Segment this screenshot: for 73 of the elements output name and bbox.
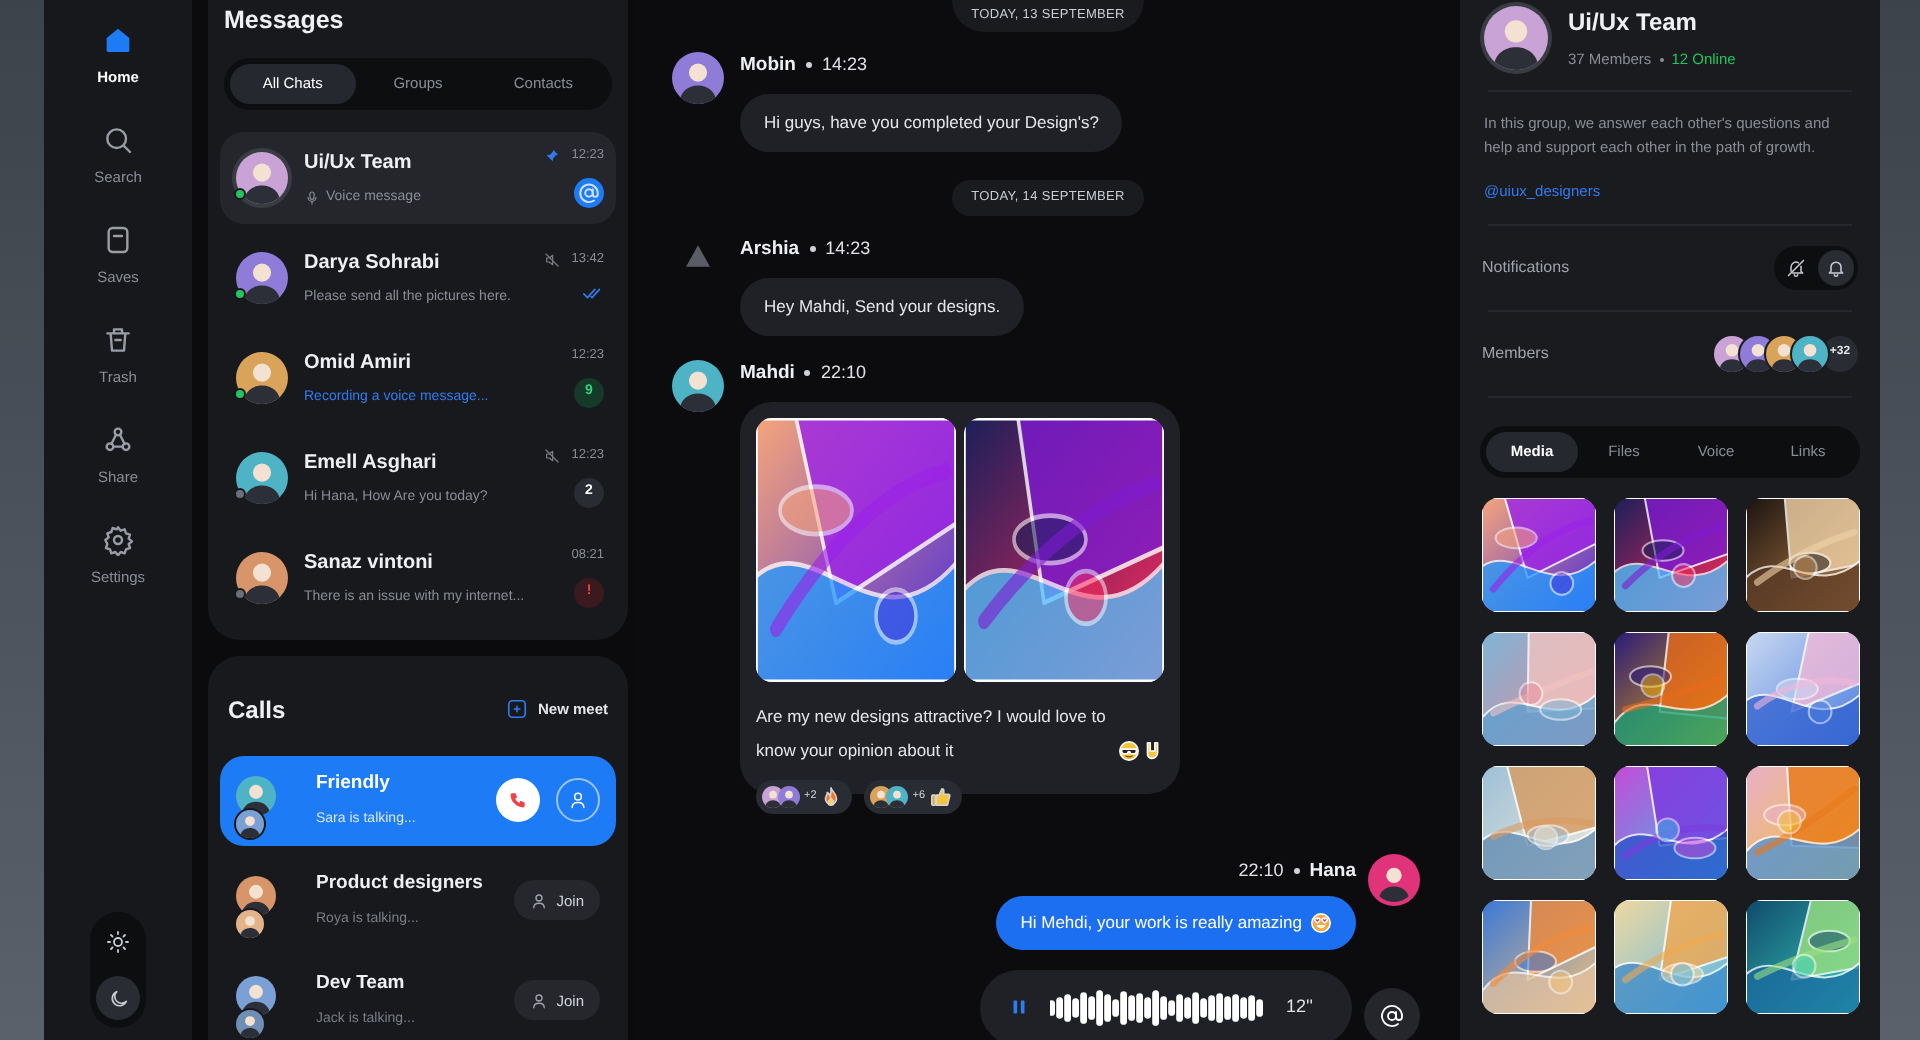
person-icon xyxy=(568,790,588,811)
avatar xyxy=(236,910,264,939)
person-icon xyxy=(530,891,549,910)
microphone-icon xyxy=(304,189,320,206)
contact-name: Darya Sohrabi xyxy=(304,249,442,277)
avatar xyxy=(1484,5,1548,70)
message-time: 14:23 xyxy=(825,235,871,262)
message-time: 22:10 xyxy=(820,359,866,386)
contact-name: Ui/Ux Team xyxy=(304,149,414,177)
avatar xyxy=(1792,335,1828,371)
group-name: Ui/Ux Team xyxy=(1568,6,1699,40)
sunglasses-face-icon xyxy=(1118,739,1140,762)
mention-button[interactable] xyxy=(1364,987,1420,1040)
avatar xyxy=(1368,853,1420,906)
avatar xyxy=(236,551,288,604)
panel-title: Messages xyxy=(222,4,346,38)
author-name: Mahdi xyxy=(740,359,795,387)
author-name: Arshia xyxy=(740,235,800,263)
contact-name: Omid Amiri xyxy=(304,349,414,377)
home-icon xyxy=(102,24,134,56)
settings-icon xyxy=(102,524,134,556)
rock-hand-icon xyxy=(1142,739,1164,762)
avatar xyxy=(236,151,288,204)
message-bubble: Hi Mehdi, your work is really amazing xyxy=(996,896,1356,950)
plus-icon xyxy=(505,698,528,721)
avatar xyxy=(236,1010,264,1039)
participants-button[interactable] xyxy=(556,778,600,823)
share-icon xyxy=(102,424,134,456)
call-name: Dev Team xyxy=(316,970,407,999)
avatar xyxy=(236,451,288,504)
author-name: Hana xyxy=(1309,857,1356,886)
avatar xyxy=(778,785,800,808)
moon-icon xyxy=(107,987,129,1009)
bell-off-icon xyxy=(1786,257,1806,277)
notification-toggle[interactable] xyxy=(1774,245,1858,289)
pause-icon[interactable] xyxy=(1008,996,1030,1019)
contact-name: Sanaz vintoni xyxy=(304,549,435,577)
avatar xyxy=(236,351,288,404)
avatar xyxy=(236,251,288,304)
message-bubble: Hey Mahdi, Send your designs. xyxy=(740,277,1025,335)
setting-label: Members xyxy=(1482,341,1549,365)
phone-icon xyxy=(508,790,528,811)
voice-duration: 12'' xyxy=(1286,994,1313,1020)
sun-icon xyxy=(106,930,130,954)
at-sign-icon xyxy=(1380,1003,1404,1028)
avatar xyxy=(886,785,909,808)
message-text: Are my new designs attractive? I would love to know your opinion about it xyxy=(756,703,1108,764)
heart-eyes-face-icon xyxy=(1310,911,1332,934)
avatar xyxy=(236,810,264,839)
person-icon xyxy=(530,991,549,1010)
avatar xyxy=(236,976,276,1017)
author-name: Mobin xyxy=(740,51,796,80)
call-name: Product designers xyxy=(316,870,485,899)
hang-up-button[interactable] xyxy=(496,778,540,823)
search-icon xyxy=(102,124,134,156)
thumbs-up-icon xyxy=(929,785,952,808)
fire-icon xyxy=(820,785,843,808)
theme-toggle[interactable] xyxy=(90,912,146,1028)
mention-icon xyxy=(574,178,604,209)
trash-icon xyxy=(102,324,134,356)
setting-label: Notifications xyxy=(1482,255,1570,279)
avatar xyxy=(236,876,276,917)
message-bubble: Hi guys, have you completed your Design's? xyxy=(740,94,1123,152)
call-name: Friendly xyxy=(316,770,392,799)
avatar xyxy=(236,776,276,817)
bell-icon xyxy=(1826,257,1846,277)
bookmark-icon xyxy=(102,224,134,256)
avatar xyxy=(672,51,724,104)
avatar xyxy=(672,359,724,411)
message-time: 22:10 xyxy=(1238,858,1284,885)
contact-name: Emell Asghari xyxy=(304,449,439,477)
panel-title: Calls xyxy=(228,693,286,728)
message-time: 14:23 xyxy=(821,52,867,79)
